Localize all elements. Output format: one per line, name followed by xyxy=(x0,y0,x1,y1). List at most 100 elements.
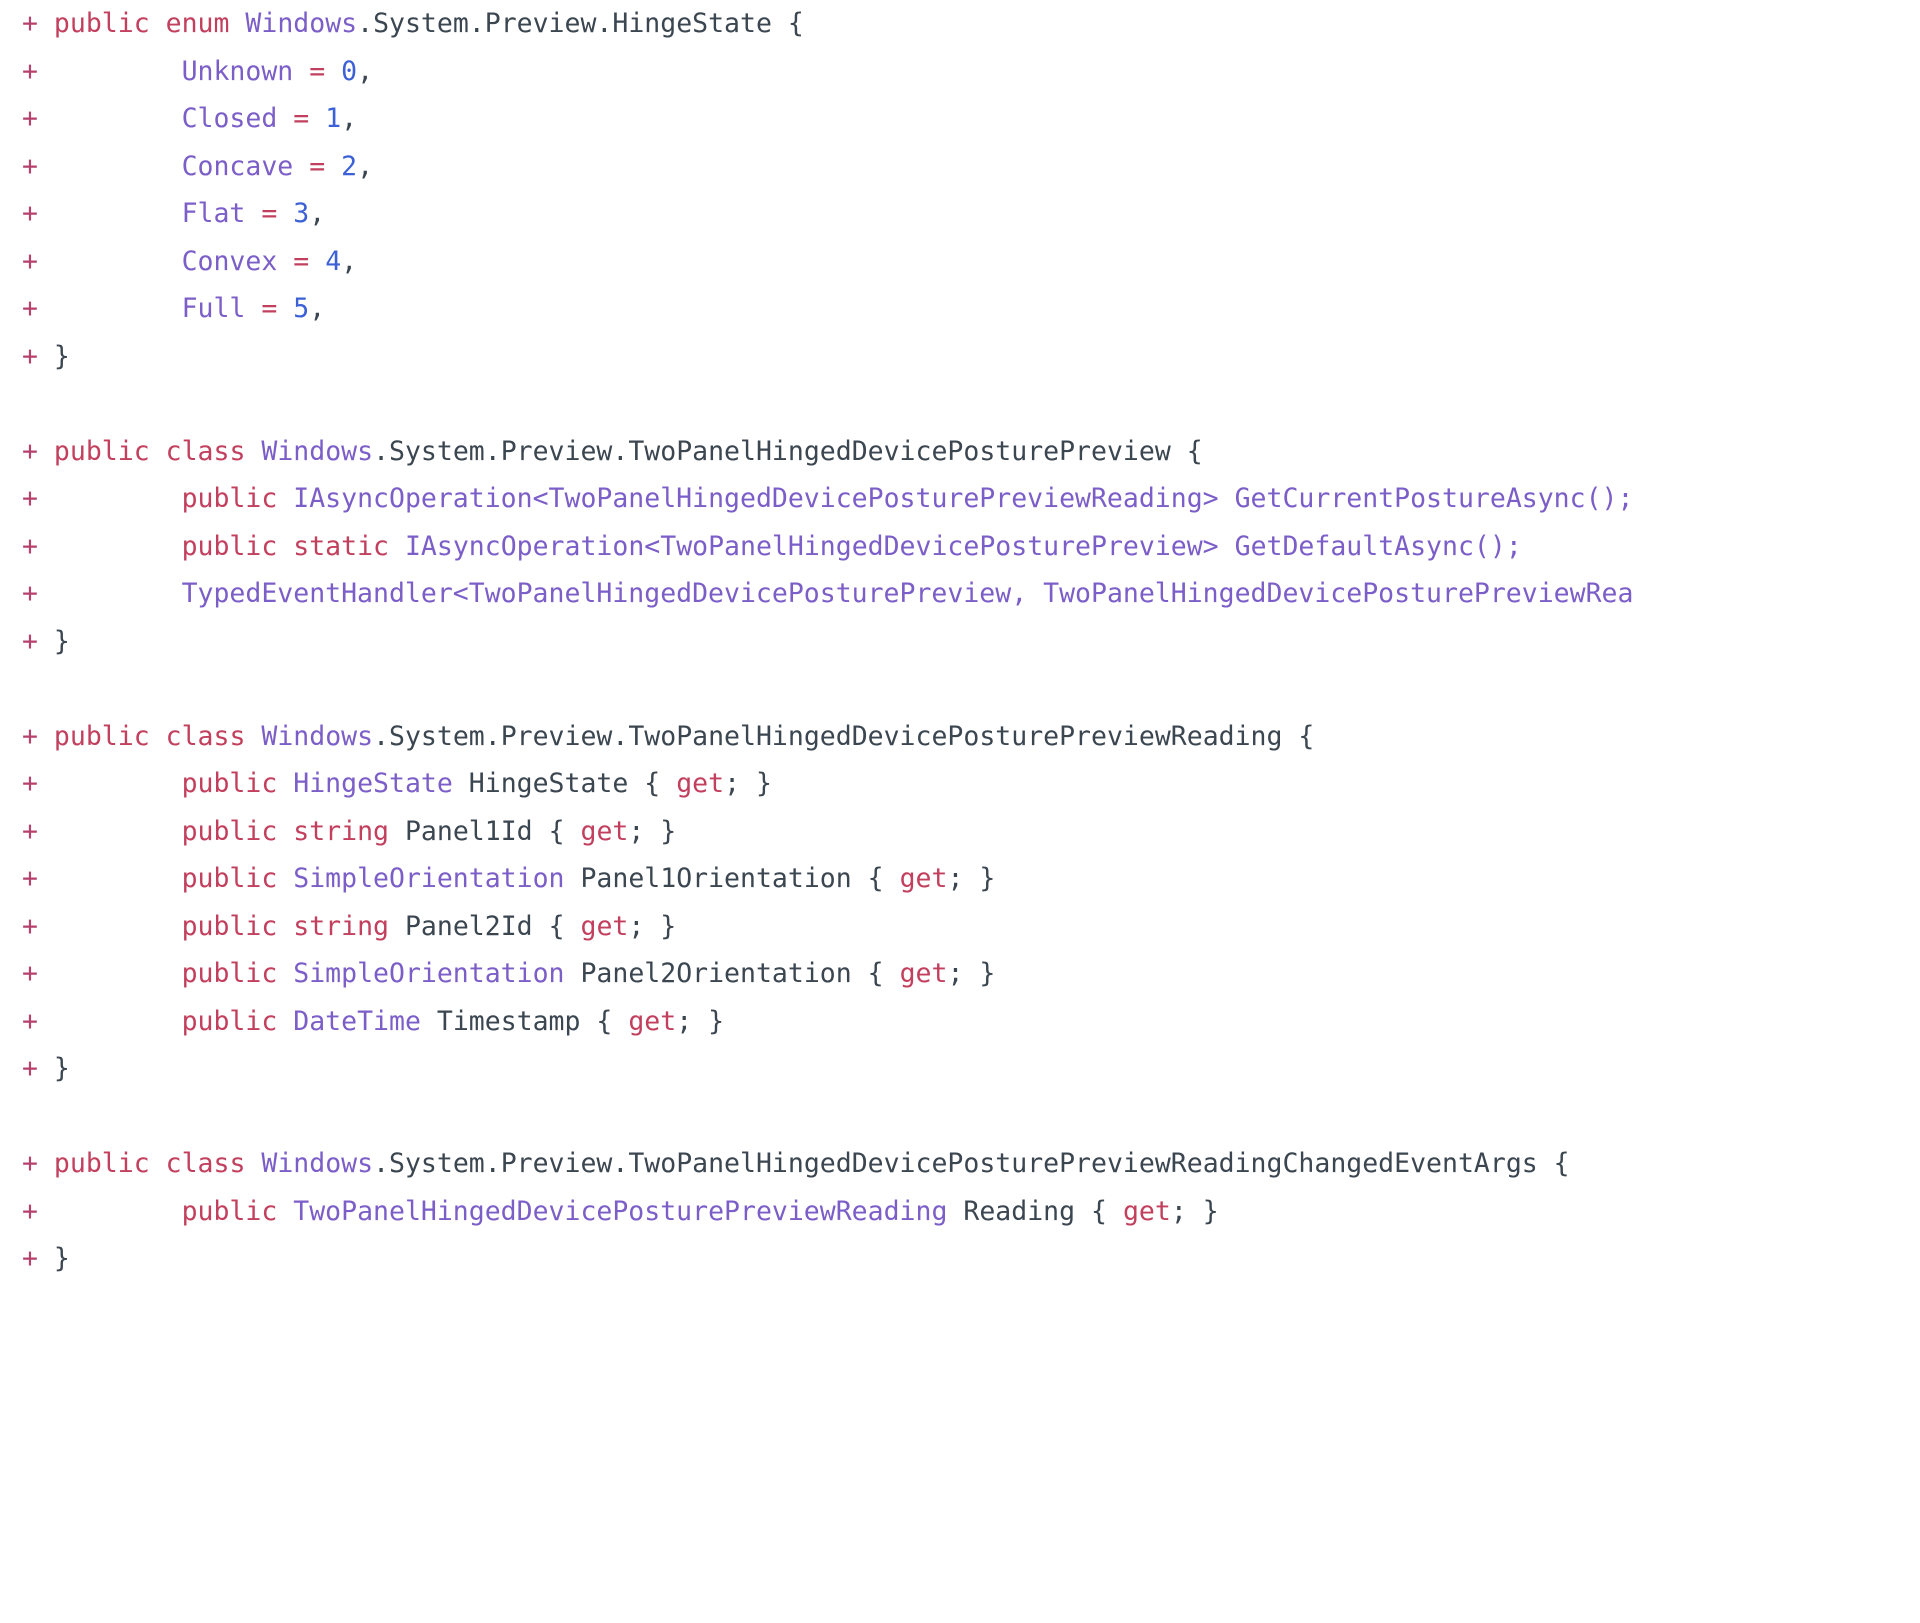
code-token-kw: public xyxy=(181,1195,278,1227)
code-token-num: 1 xyxy=(325,103,342,134)
code-token-punct: ; } xyxy=(628,815,677,847)
code-token-type: Windows xyxy=(261,435,374,467)
code-line: + Flat = 3, xyxy=(0,190,1920,238)
code-token-kw: public xyxy=(181,483,278,514)
code-token-type: DateTime xyxy=(293,1005,421,1037)
code-token-kw: public xyxy=(53,1148,150,1179)
diff-add-marker: + xyxy=(22,435,54,467)
code-token-ident: Panel2Orientation xyxy=(580,958,852,989)
code-token-punct: , xyxy=(357,55,374,87)
code-token-kw: public xyxy=(53,435,150,467)
code-token-type: TwoPanelHingedDevicePosturePreviewRea xyxy=(1043,578,1634,609)
code-token-kw: public xyxy=(181,768,278,799)
diff-add-marker: + xyxy=(22,55,54,87)
code-token-type: HingeState xyxy=(293,768,453,799)
code-token-type: Windows xyxy=(261,1148,374,1179)
code-token-punct: , xyxy=(341,245,358,277)
code-token-op: = xyxy=(293,103,310,134)
code-token-kw: public xyxy=(53,720,150,752)
diff-add-marker: + xyxy=(22,625,54,657)
code-line: + } xyxy=(0,1045,1920,1093)
code-token-kw: public xyxy=(53,8,150,39)
code-token-punct: { xyxy=(628,768,677,799)
code-token-punct: { xyxy=(580,1005,629,1037)
code-token-num: 3 xyxy=(293,198,310,229)
code-line: + public string Panel2Id { get; } xyxy=(0,903,1920,951)
code-token-type: Unknown xyxy=(181,55,294,87)
code-token-type: IAsyncOperation<TwoPanelHingedDevicePost… xyxy=(404,530,1219,562)
diff-add-marker: + xyxy=(22,910,54,942)
diff-add-marker: + xyxy=(22,103,54,134)
code-line: + Full = 5, xyxy=(0,285,1920,333)
code-token-num: 2 xyxy=(341,150,358,182)
code-token-kw: get xyxy=(580,910,629,942)
code-token-kw: public xyxy=(181,815,278,847)
code-token-kw: enum xyxy=(165,8,230,39)
code-line: + public SimpleOrientation Panel2Orienta… xyxy=(0,950,1920,998)
diff-add-marker: + xyxy=(22,293,54,324)
code-token-kw: get xyxy=(676,768,725,799)
diff-add-marker: + xyxy=(22,198,54,229)
code-token-ident: Panel2Id xyxy=(404,910,533,942)
code-line: + } xyxy=(0,1235,1920,1283)
code-token-kw: get xyxy=(628,1005,677,1037)
diff-add-marker: + xyxy=(22,8,54,39)
diff-add-marker: + xyxy=(22,1148,54,1179)
code-token-kw: public xyxy=(181,910,278,942)
code-token-type: TwoPanelHingedDevicePosturePreviewReadin… xyxy=(293,1195,948,1227)
code-line: + public IAsyncOperation<TwoPanelHingedD… xyxy=(0,475,1920,523)
code-token-kw: static xyxy=(293,530,389,562)
diff-add-marker: + xyxy=(22,340,54,372)
diff-add-marker: + xyxy=(22,578,54,609)
code-line: + Concave = 2, xyxy=(0,143,1920,191)
code-token-kw: get xyxy=(580,815,629,847)
diff-add-marker: + xyxy=(22,483,54,514)
code-token-type: Full xyxy=(181,293,246,324)
code-token-type: GetCurrentPostureAsync(); xyxy=(1234,483,1634,514)
code-token-punct: ; } xyxy=(1170,1195,1219,1227)
code-token-type: SimpleOrientation xyxy=(293,958,565,989)
diff-add-marker: + xyxy=(22,958,54,989)
code-token-kw: string xyxy=(293,815,389,847)
code-token-punct: ; } xyxy=(724,768,772,799)
code-token-punct: , xyxy=(341,103,358,134)
code-token-ident: .System.Preview.TwoPanelHingedDevicePost… xyxy=(373,435,1203,467)
code-token-ident: .System.Preview.HingeState { xyxy=(357,8,804,39)
code-token-punct: } xyxy=(53,1243,70,1274)
code-line: + Closed = 1, xyxy=(0,95,1920,143)
